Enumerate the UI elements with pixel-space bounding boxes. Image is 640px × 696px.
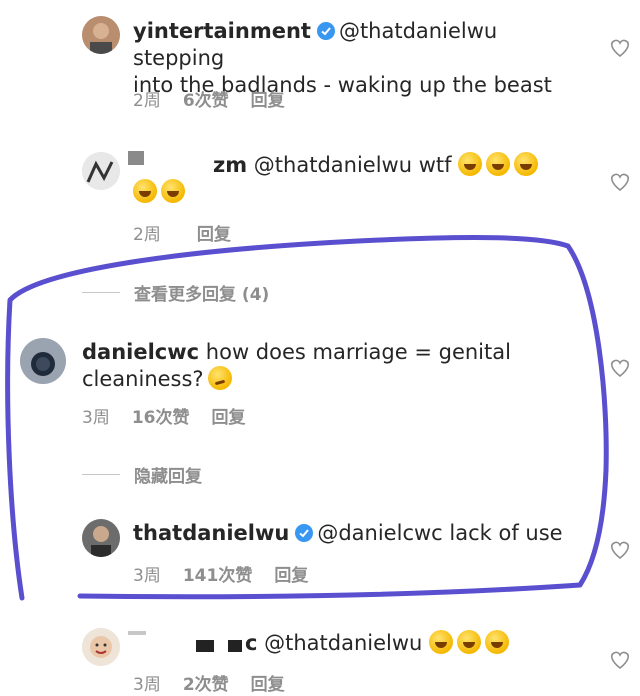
username-redaction — [228, 640, 242, 652]
heart-icon[interactable] — [609, 540, 631, 560]
heart-icon[interactable] — [609, 358, 631, 378]
heart-icon[interactable] — [609, 172, 631, 192]
divider-line — [82, 292, 120, 293]
username-redaction — [128, 631, 146, 635]
avatar[interactable] — [82, 16, 120, 54]
heart-icon[interactable] — [609, 38, 631, 58]
comment-likes[interactable]: 141次赞 — [183, 566, 253, 586]
comment-text: c @thatdanielwu — [245, 630, 605, 657]
comment-time: 2周 — [133, 225, 161, 245]
comment-likes[interactable]: 16次赞 — [132, 408, 190, 428]
smirk-emoji-icon — [207, 366, 232, 390]
comment-meta: 2周 回复 — [133, 220, 253, 245]
comment-time: 2周 — [133, 91, 161, 111]
comment-time: 3周 — [82, 408, 110, 428]
comment-text: zm @thatdanielwu wtf — [133, 152, 593, 206]
comment-time: 3周 — [133, 566, 161, 586]
rofl-emoji-icon — [514, 152, 539, 176]
avatar[interactable] — [20, 338, 66, 384]
comment-body-line2: cleaniness? — [82, 367, 204, 391]
divider-line — [82, 474, 120, 475]
reply-button[interactable]: 回复 — [251, 675, 285, 695]
comment-username[interactable]: c — [245, 631, 257, 655]
rofl-emoji-icon — [133, 179, 157, 203]
comment-meta: 2周 6次赞 回复 — [133, 86, 307, 111]
comment-text: danielcwc how does marriage = genital cl… — [82, 339, 562, 393]
comment-meta: 3周 141次赞 回复 — [133, 561, 330, 586]
comment-body: @thatdanielwu wtf — [253, 153, 452, 177]
reply-button[interactable]: 回复 — [274, 566, 308, 586]
joy-emoji-icon — [429, 630, 454, 654]
rofl-emoji-icon — [161, 179, 185, 203]
comment-time: 3周 — [133, 675, 161, 695]
rofl-emoji-icon — [458, 152, 483, 176]
reply-button[interactable]: 回复 — [251, 91, 285, 111]
comment-text: thatdanielwu @danielcwc lack of use — [133, 520, 593, 547]
hide-replies-label: 隐藏回复 — [134, 467, 202, 487]
reply-button[interactable]: 回复 — [197, 225, 231, 245]
view-more-replies-label: 查看更多回复 (4) — [134, 285, 270, 305]
heart-icon[interactable] — [609, 650, 631, 670]
hide-replies[interactable]: 隐藏回复 — [82, 462, 202, 487]
verified-badge-icon — [316, 22, 335, 40]
joy-emoji-icon — [485, 630, 510, 654]
comment-username[interactable]: danielcwc — [82, 340, 199, 364]
comment-body: @thatdanielwu — [264, 631, 423, 655]
comment-username[interactable]: yintertainment — [133, 19, 311, 43]
comment-likes[interactable]: 2次赞 — [183, 675, 229, 695]
comment-username[interactable]: thatdanielwu — [133, 521, 289, 545]
comment-body: @danielcwc lack of use — [317, 521, 563, 545]
reply-button[interactable]: 回复 — [212, 408, 246, 428]
avatar[interactable] — [82, 152, 120, 190]
comment-username[interactable]: zm — [213, 153, 247, 177]
comment-meta: 3周 16次赞 回复 — [82, 403, 268, 428]
avatar[interactable] — [82, 628, 120, 666]
joy-emoji-icon — [457, 630, 482, 654]
verified-badge-icon — [295, 524, 314, 542]
comment-meta: 3周 2次赞 回复 — [133, 670, 307, 695]
avatar[interactable] — [82, 519, 120, 557]
username-redaction — [196, 640, 214, 652]
view-more-replies[interactable]: 查看更多回复 (4) — [82, 280, 269, 305]
rofl-emoji-icon — [486, 152, 511, 176]
comment-body: how does marriage = genital — [205, 340, 511, 364]
comment-likes[interactable]: 6次赞 — [183, 91, 229, 111]
